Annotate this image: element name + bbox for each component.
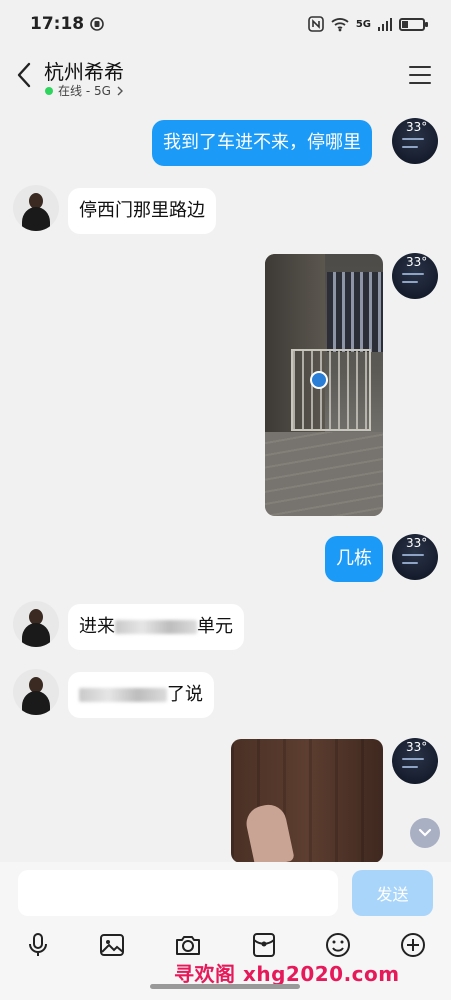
watermark: 寻欢阁 xhg2020.com [174,962,400,986]
image-icon [100,934,124,956]
message-input[interactable] [18,870,338,916]
chat-header: 杭州希希 在线 - 5G [0,52,451,102]
send-button[interactable]: 发送 [352,870,433,916]
status-time: 17:18 [30,14,85,34]
contact-avatar[interactable] [13,601,59,647]
message-bubble-received[interactable]: 停西门那里路边 [68,188,216,234]
more-button[interactable] [398,930,428,960]
gallery-button[interactable] [97,930,127,960]
home-indicator[interactable] [150,984,300,989]
message-bubble-sent[interactable]: 我到了车进不来，停哪里 [152,120,372,166]
presence-status[interactable]: 在线 - 5G [45,82,124,99]
red-packet-button[interactable] [249,930,279,960]
microphone-icon [29,933,47,956]
notification-icon [90,17,104,31]
my-avatar[interactable]: 33° [392,118,438,164]
network-type: 5G [355,18,371,30]
message-bubble-received[interactable]: 进来 单元 [68,604,244,650]
battery-icon [399,17,428,31]
composer: 发送 [0,862,451,924]
red-packet-icon [253,933,275,957]
camera-icon [176,936,200,955]
contact-avatar[interactable] [13,185,59,231]
sent-photo[interactable] [231,739,383,863]
voice-button[interactable] [23,930,53,960]
signal-icon [378,18,392,31]
contact-avatar[interactable] [13,669,59,715]
scroll-to-bottom-button[interactable] [410,818,440,848]
chevron-down-icon [418,828,432,837]
emoji-button[interactable] [323,930,353,960]
contact-name[interactable]: 杭州希希 [44,56,124,85]
chat-screen: 17:18 5G 杭州希希 在线 - 5G 我到了车进不来，停哪里 33° 停西… [0,0,451,1000]
status-bar: 17:18 5G [0,0,451,48]
chevron-left-icon [17,62,31,88]
message-bubble-sent[interactable]: 几栋 [325,536,383,582]
back-button[interactable] [12,60,36,90]
my-avatar[interactable]: 33° [392,253,438,299]
blurred-text [79,688,167,702]
message-bubble-received[interactable]: 了说 [68,672,214,718]
plus-icon [401,933,425,957]
my-avatar[interactable]: 33° [392,738,438,784]
nfc-icon [308,16,324,32]
my-avatar[interactable]: 33° [392,534,438,580]
camera-button[interactable] [173,930,203,960]
sent-photo[interactable] [265,254,383,516]
wifi-icon [331,18,349,32]
chevron-right-icon [117,86,123,95]
menu-button[interactable] [409,66,431,84]
presence-text: 在线 - 5G [58,84,111,98]
blurred-text [115,620,197,634]
emoji-icon [326,933,350,957]
online-dot [45,86,53,95]
